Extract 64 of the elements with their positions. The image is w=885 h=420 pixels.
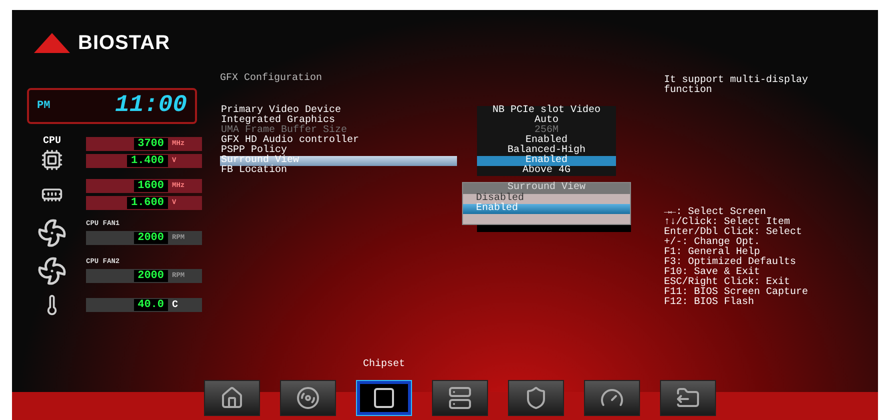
shield-icon [524,386,548,410]
setting-row[interactable]: FB Location Above 4G [220,166,652,176]
setting-row[interactable]: Surround View Enabled [220,156,652,166]
key-hint: F10: Save & Exit [664,268,762,278]
help-text: It support multi-display function [664,76,810,96]
reading-value: 2000 [134,270,168,282]
setting-value: Enabled [477,156,616,166]
reading-value: 40.0 [134,299,168,311]
tab-label: Chipset [362,358,405,372]
setting-value: Above 4G [477,166,616,176]
setting-row[interactable]: PSPP Policy Balanced-High [220,146,652,156]
reading-unit: C [172,298,180,312]
tab-button[interactable] [280,380,336,416]
clock-period: PM [37,98,50,114]
tab-button[interactable] [508,380,564,416]
key-hint: F1: General Help [664,248,760,258]
square-icon [372,386,396,410]
reading-value: 1600 [134,180,168,192]
setting-value: Balanced-High [477,146,616,156]
key-hint: →←: Select Screen [664,208,767,218]
setting-label: Primary Video Device [220,106,342,116]
key-hint: ↑↓/Click: Select Item [664,218,790,228]
tab-button[interactable] [204,380,260,416]
logo-text: BIOSTAR [78,31,170,56]
reading-value: 1.400 [126,155,168,167]
folder-icon [676,386,700,410]
key-hint: F12: BIOS Flash [664,298,756,308]
setting-value: 256M [477,126,616,136]
key-hint: F3: Optimized Defaults [664,258,798,268]
key-hint: F11: BIOS Screen Capture [664,288,810,298]
setting-value: Auto [477,116,616,126]
clock-time: 11:00 [114,91,187,121]
setting-row[interactable]: Primary Video Device NB PCIe slot Video [220,106,652,116]
reading-value: 1.600 [126,197,168,209]
setting-label: UMA Frame Buffer Size [220,126,348,136]
reading-value: 2000 [134,232,168,244]
setting-value: NB PCIe slot Video [477,106,616,116]
home-icon [220,386,244,410]
section-title: GFX Configuration [220,74,324,84]
popup-option[interactable]: Disabled [463,194,630,204]
tab-button[interactable] [660,380,716,416]
key-hint: +/-: Change Opt. [664,238,762,248]
setting-label: Integrated Graphics [220,116,336,126]
fan-icon [37,218,67,248]
setting-label: FB Location [220,166,288,176]
setting-row[interactable]: GFX HD Audio controller Enabled [220,136,652,146]
setting-label: Surround View [220,156,457,166]
popup-title: Surround View [463,183,630,194]
tab-button[interactable] [432,380,488,416]
setting-label: GFX HD Audio controller [220,136,360,146]
fan-icon [37,256,67,286]
setting-row[interactable]: Integrated Graphics Auto [220,116,652,126]
setting-label: PSPP Policy [220,146,288,156]
disc-icon [296,386,320,410]
cpu-icon [41,149,63,171]
logo-icon [34,33,70,53]
drive-icon [448,386,472,410]
key-hint: ESC/Right Click: Exit [664,278,790,288]
tab-button[interactable] [356,380,412,416]
key-hint: Enter/Dbl Click: Select [664,228,804,238]
setting-value: Enabled [477,136,616,146]
tab-button[interactable] [584,380,640,416]
reading-value: 3700 [134,138,168,150]
monitor-label: CPU [42,135,61,149]
